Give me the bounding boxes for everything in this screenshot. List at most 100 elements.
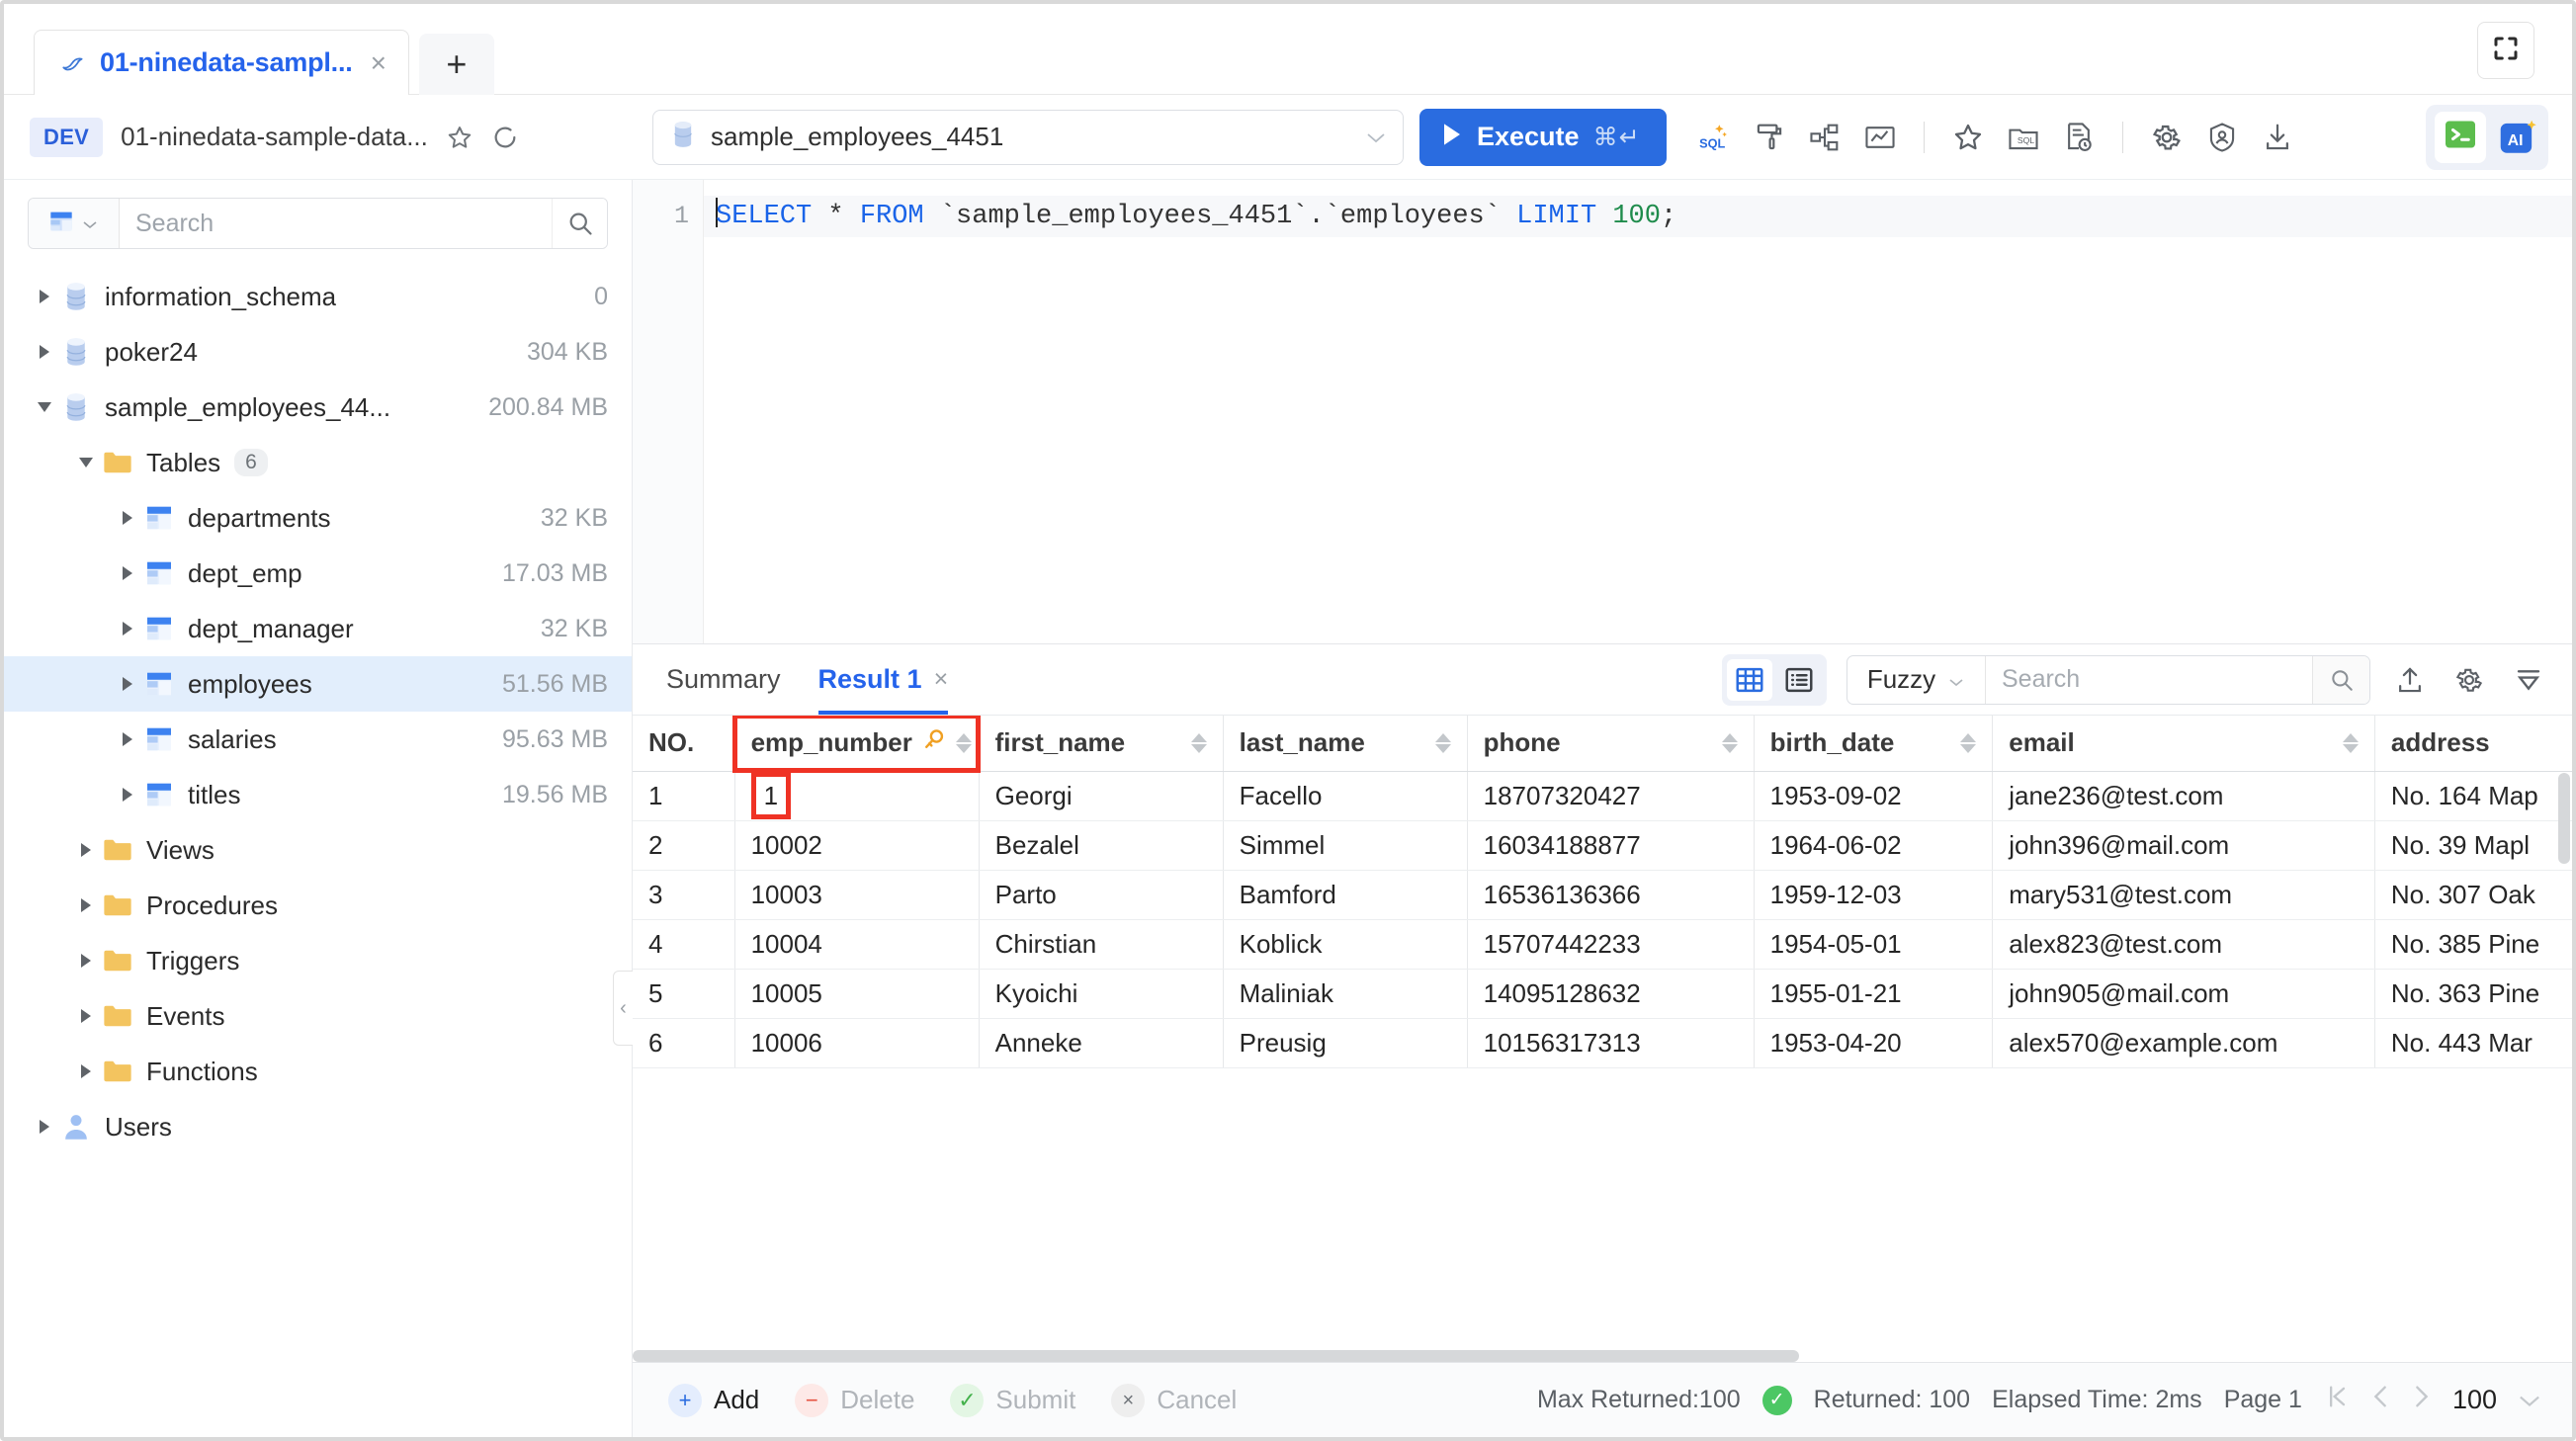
cell-last_name[interactable]: Facello — [1223, 771, 1468, 821]
page-size-value[interactable]: 100 — [2452, 1385, 2497, 1415]
column-header-email[interactable]: email — [1992, 716, 2375, 772]
fullscreen-button[interactable] — [2477, 22, 2534, 79]
caret-right-icon[interactable] — [113, 677, 142, 691]
cell-address[interactable]: No. 307 Oak — [2374, 870, 2572, 920]
column-header-address[interactable]: address — [2374, 716, 2572, 772]
tree-item-salaries[interactable]: salaries 95.63 MB — [4, 712, 632, 767]
cell-emp-number-editing[interactable]: 1 — [750, 772, 792, 819]
caret-right-icon[interactable] — [71, 1064, 101, 1078]
column-header-empnumber[interactable]: emp_number — [732, 716, 982, 773]
cell-phone[interactable]: 15707442233 — [1467, 919, 1755, 970]
settings-gear-icon[interactable] — [2449, 660, 2489, 700]
query-history-icon[interactable] — [2061, 120, 2097, 155]
ai-assistant-button[interactable]: AI — [2496, 116, 2539, 159]
table-row[interactable]: 1 1 Georgi Facello 18707320427 1953-09-02 jane… — [633, 771, 2572, 821]
cell-emp_number[interactable]: 10003 — [734, 870, 980, 920]
table-row[interactable]: 4 10004 Chirstian Koblick 15707442233 1954-05… — [633, 919, 2572, 970]
sidebar-collapse-handle[interactable]: ‹ — [613, 971, 633, 1046]
caret-right-icon[interactable] — [113, 732, 142, 746]
cell-no[interactable]: 1 — [633, 771, 735, 821]
search-icon[interactable] — [2312, 655, 2369, 704]
caret-right-icon[interactable] — [71, 843, 101, 857]
cell-no[interactable]: 5 — [633, 969, 735, 1019]
format-sql-icon[interactable] — [1752, 120, 1787, 155]
cell-first_name[interactable]: Georgi — [979, 771, 1224, 821]
cell-address[interactable]: No. 363 Pine — [2374, 969, 2572, 1019]
cell-birth_date[interactable]: 1964-06-02 — [1754, 820, 1994, 871]
caret-right-icon[interactable] — [71, 1009, 101, 1023]
tree-item-views[interactable]: Views — [4, 822, 632, 878]
tree-item-employees[interactable]: employees 51.56 MB — [4, 656, 632, 712]
cell-phone[interactable]: 18707320427 — [1467, 771, 1755, 821]
cell-email[interactable]: mary531@test.com — [1992, 870, 2375, 920]
caret-right-icon[interactable] — [30, 1120, 59, 1134]
refresh-icon[interactable] — [491, 124, 519, 151]
tree-item-triggers[interactable]: Triggers — [4, 933, 632, 988]
table-row[interactable]: 6 10006 Anneke Preusig 10156317313 1953-04-20… — [633, 1018, 2572, 1068]
cell-phone[interactable]: 16034188877 — [1467, 820, 1755, 871]
cell-phone[interactable]: 10156317313 — [1467, 1018, 1755, 1068]
caret-down-icon[interactable] — [71, 458, 101, 467]
cell-email[interactable]: john396@mail.com — [1992, 820, 2375, 871]
cell-address[interactable]: No. 443 Mar — [2374, 1018, 2572, 1068]
sort-toggle-icon[interactable] — [2342, 732, 2359, 753]
tree-item-events[interactable]: Events — [4, 988, 632, 1044]
column-header-birthdate[interactable]: birth_date — [1754, 716, 1994, 772]
add-row-button[interactable]: + Add — [668, 1383, 759, 1417]
cell-no[interactable]: 4 — [633, 919, 735, 970]
tab-summary[interactable]: Summary — [666, 644, 781, 715]
cell-last_name[interactable]: Preusig — [1223, 1018, 1468, 1068]
cell-first_name[interactable]: Chirstian — [979, 919, 1224, 970]
tree-item-departments[interactable]: departments 32 KB — [4, 490, 632, 546]
new-tab-button[interactable]: + — [418, 34, 494, 95]
cell-last_name[interactable]: Simmel — [1223, 820, 1468, 871]
tree-item-users[interactable]: Users — [4, 1099, 632, 1154]
visual-chart-icon[interactable] — [1862, 120, 1898, 155]
cell-no[interactable]: 3 — [633, 870, 735, 920]
sort-toggle-icon[interactable] — [955, 732, 972, 753]
table-row[interactable]: 2 10002 Bezalel Simmel 16034188877 1964-06-02… — [633, 820, 2572, 871]
cell-email[interactable]: alex823@test.com — [1992, 919, 2375, 970]
tree-item-sample-employees-44[interactable]: sample_employees_44... 200.84 MB — [4, 380, 632, 435]
cell-email[interactable]: jane236@test.com — [1992, 771, 2375, 821]
cell-address[interactable]: No. 385 Pine — [2374, 919, 2572, 970]
cell-birth_date[interactable]: 1954-05-01 — [1754, 919, 1994, 970]
cell-last_name[interactable]: Maliniak — [1223, 969, 1468, 1019]
sort-toggle-icon[interactable] — [1190, 732, 1207, 753]
sql-folder-icon[interactable]: SQL — [2006, 120, 2041, 155]
cell-first_name[interactable]: Parto — [979, 870, 1224, 920]
cell-phone[interactable]: 14095128632 — [1467, 969, 1755, 1019]
sidebar-search-input[interactable] — [120, 199, 552, 248]
result-search-input[interactable] — [1986, 655, 2312, 704]
security-shield-icon[interactable] — [2204, 120, 2240, 155]
ai-sql-icon[interactable]: SQL — [1696, 120, 1732, 155]
cell-birth_date[interactable]: 1953-04-20 — [1754, 1018, 1994, 1068]
cell-email[interactable]: john905@mail.com — [1992, 969, 2375, 1019]
explain-plan-icon[interactable] — [1807, 120, 1843, 155]
search-icon[interactable] — [552, 199, 607, 248]
vertical-scrollbar[interactable] — [2558, 773, 2570, 864]
sort-toggle-icon[interactable] — [1434, 732, 1451, 753]
grid-view-icon[interactable] — [1727, 658, 1772, 701]
first-page-button[interactable] — [2324, 1383, 2350, 1417]
prev-page-button[interactable] — [2369, 1383, 2391, 1417]
tree-item-tables[interactable]: Tables 6 — [4, 435, 632, 490]
database-selector[interactable]: sample_employees_4451 — [652, 109, 1404, 165]
sort-toggle-icon[interactable] — [1721, 732, 1738, 753]
close-icon[interactable]: × — [934, 665, 949, 694]
next-page-button[interactable] — [2411, 1383, 2433, 1417]
cell-no[interactable]: 6 — [633, 1018, 735, 1068]
terminal-button[interactable] — [2435, 111, 2486, 163]
result-grid-container[interactable]: NO. emp_number first_name last_name phone bir… — [633, 716, 2572, 1362]
table-row[interactable]: 5 10005 Kyoichi Maliniak 14095128632 1955-01-… — [633, 969, 2572, 1019]
tree-item-procedures[interactable]: Procedures — [4, 878, 632, 933]
filter-icon[interactable] — [2509, 660, 2548, 700]
caret-right-icon[interactable] — [71, 954, 101, 968]
search-type-selector[interactable] — [29, 199, 120, 248]
editor-code-area[interactable]: SELECT * FROM `sample_employees_4451`.`e… — [704, 180, 2572, 643]
favorite-star-icon[interactable] — [1950, 120, 1986, 155]
caret-right-icon[interactable] — [30, 345, 59, 359]
download-icon[interactable] — [2260, 120, 2295, 155]
delete-row-button[interactable]: − Delete — [795, 1383, 914, 1417]
sql-editor[interactable]: 1 SELECT * FROM `sample_employees_4451`.… — [633, 180, 2572, 644]
